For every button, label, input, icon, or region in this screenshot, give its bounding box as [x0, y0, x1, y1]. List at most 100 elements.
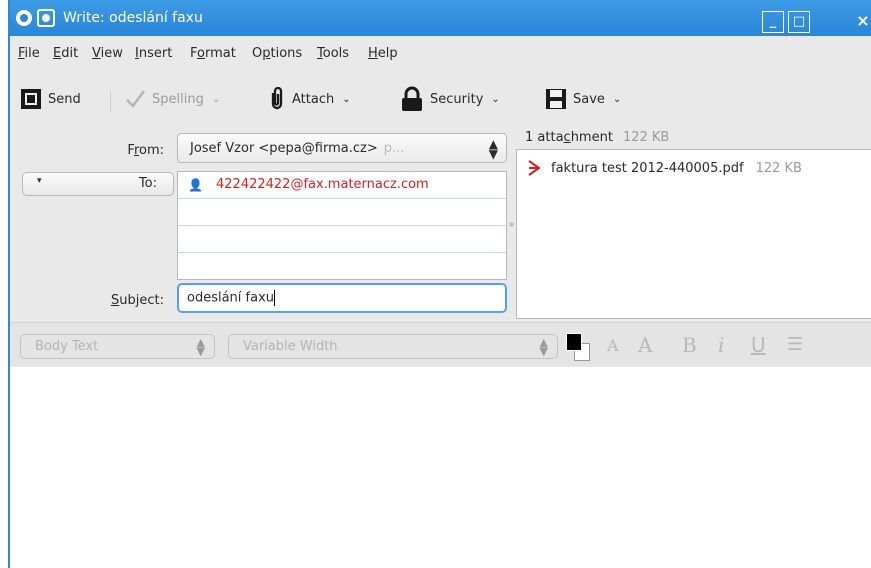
- menu-tools-label: ools: [322, 46, 350, 61]
- minimize-button[interactable]: _: [762, 11, 784, 33]
- attachment-list[interactable]: faktura test 2012-440005.pdf 122 KB: [516, 149, 871, 319]
- main-toolbar: Send Spelling ⌄ Attach ⌄ Security ⌄ Save…: [10, 82, 870, 116]
- close-button[interactable]: ×: [852, 11, 871, 33]
- save-label: Save: [573, 91, 605, 107]
- menu-insert-label: nsert: [138, 46, 173, 61]
- italic-icon[interactable]: i: [718, 333, 724, 357]
- pdf-icon: [528, 160, 541, 176]
- save-chevron-icon[interactable]: ⌄: [613, 94, 621, 105]
- attach-button[interactable]: Attach ⌄: [268, 82, 351, 116]
- font-value: Variable Width: [243, 339, 338, 354]
- updown-arrows-icon: ▲ ▼: [488, 137, 498, 161]
- address-type-dropdown[interactable]: ▾ To:: [22, 172, 174, 196]
- menu-help-accel: H: [368, 46, 378, 61]
- smaller-text-icon[interactable]: A: [607, 336, 619, 355]
- recipient-row[interactable]: 👤 422422422@fax.maternacz.com: [178, 172, 506, 199]
- recipient-row[interactable]: [178, 199, 506, 226]
- menu-options[interactable]: Options: [252, 46, 302, 61]
- menu-view[interactable]: View: [92, 46, 123, 61]
- attachment-name: faktura test 2012-440005.pdf: [551, 160, 744, 176]
- send-button[interactable]: Send: [20, 82, 81, 116]
- attachment-size: 122 KB: [755, 160, 802, 176]
- font-select[interactable]: Variable Width ▲ ▼: [228, 334, 558, 359]
- subject-label-text: ubject:: [119, 293, 164, 308]
- save-button[interactable]: Save ⌄: [545, 82, 621, 116]
- menu-format[interactable]: Format: [190, 46, 236, 61]
- menu-file-label: ile: [24, 46, 40, 61]
- subject-input[interactable]: odeslání faxu: [177, 283, 507, 313]
- menu-format-pre: F: [190, 46, 198, 61]
- subject-label: Subject:: [70, 293, 164, 308]
- recipient-list[interactable]: 👤 422422422@fax.maternacz.com: [177, 171, 507, 280]
- menu-edit-accel: E: [53, 46, 62, 61]
- message-body-editor[interactable]: [10, 367, 871, 568]
- attachment-header[interactable]: 1 attachment 122 KB: [525, 130, 669, 145]
- menu-insert[interactable]: Insert: [135, 46, 172, 61]
- attachment-header-accel: c: [563, 130, 571, 145]
- text-color-swatch[interactable]: [566, 333, 582, 351]
- menu-help[interactable]: Help: [368, 46, 398, 61]
- menu-format-accel: o: [197, 46, 205, 61]
- app-icon: [16, 10, 32, 26]
- underline-icon[interactable]: U: [751, 333, 766, 357]
- menu-help-label: elp: [377, 46, 398, 61]
- from-label-text: om:: [139, 143, 164, 158]
- send-icon: [21, 89, 41, 109]
- bold-icon[interactable]: B: [682, 333, 697, 357]
- text-color-picker[interactable]: [566, 333, 594, 361]
- spelling-button[interactable]: Spelling ⌄: [124, 82, 220, 116]
- person-icon: 👤: [188, 178, 203, 192]
- to-label: To:: [138, 176, 157, 191]
- subject-text: odeslání faxu: [187, 290, 275, 306]
- lock-icon: [402, 86, 422, 111]
- from-label: From:: [70, 143, 164, 158]
- menu-format-label: rmat: [204, 46, 236, 61]
- spelling-chevron-icon[interactable]: ⌄: [212, 94, 220, 105]
- recipient-address[interactable]: 422422422@fax.maternacz.com: [216, 177, 429, 192]
- toolbar-separator: [110, 90, 111, 112]
- maximize-button[interactable]: □: [788, 11, 810, 33]
- window-title: Write: odeslání faxu: [63, 10, 203, 26]
- menu-options-accel: p: [262, 46, 271, 61]
- subject-value: odeslání faxu: [187, 290, 276, 306]
- compose-window: Write: odeslání faxu _ □ × File Edit Vie…: [8, 0, 871, 568]
- text-caret: [274, 290, 276, 306]
- spelling-label: Spelling: [152, 91, 204, 107]
- recipient-row[interactable]: [178, 253, 506, 280]
- from-identity: Josef Vzor <pepa@firma.cz>: [190, 141, 378, 156]
- menu-options-pre: O: [252, 46, 263, 61]
- security-label: Security: [430, 91, 484, 107]
- dropdown-arrow-icon: ▾: [37, 176, 42, 186]
- floppy-disk-icon: [546, 89, 566, 109]
- from-hint: p...: [383, 141, 405, 156]
- title-bar: Write: odeslání faxu _ □ ×: [10, 0, 871, 36]
- recipient-row[interactable]: [178, 226, 506, 253]
- security-button[interactable]: Security ⌄: [400, 82, 500, 116]
- paragraph-style-value: Body Text: [35, 339, 99, 354]
- larger-text-icon[interactable]: A: [638, 333, 652, 357]
- updown-arrows-icon: ▲ ▼: [539, 336, 548, 358]
- from-select[interactable]: Josef Vzor <pepa@firma.cz> p... ▲ ▼: [177, 133, 507, 163]
- attachment-header-text: hment: [570, 130, 613, 145]
- attachment-header-pre: 1 atta: [525, 130, 564, 145]
- menu-options-label: tions: [270, 46, 303, 61]
- paperclip-icon: [271, 87, 283, 110]
- updown-arrows-icon: ▲ ▼: [196, 336, 205, 358]
- paragraph-style-select[interactable]: Body Text ▲ ▼: [20, 334, 215, 359]
- bullet-list-icon[interactable]: ☰: [787, 334, 803, 355]
- format-toolbar: Body Text ▲ ▼ Variable Width ▲ ▼ A A B i U…: [10, 322, 871, 366]
- send-label: Send: [48, 91, 81, 107]
- security-chevron-icon[interactable]: ⌄: [491, 94, 499, 105]
- menu-file[interactable]: File: [18, 46, 40, 61]
- menu-tools[interactable]: Tools: [317, 46, 349, 61]
- window-menu-icon[interactable]: [37, 9, 55, 27]
- menu-view-accel: V: [92, 46, 101, 61]
- checkmark-icon: [126, 90, 146, 108]
- attachment-item[interactable]: faktura test 2012-440005.pdf 122 KB: [527, 160, 802, 176]
- attach-chevron-icon[interactable]: ⌄: [342, 94, 350, 105]
- menu-edit-label: dit: [61, 46, 79, 61]
- menu-edit[interactable]: Edit: [53, 46, 78, 61]
- pane-splitter[interactable]: [509, 222, 514, 227]
- attachment-total-size: 122 KB: [622, 130, 670, 145]
- attach-label: Attach: [292, 91, 335, 107]
